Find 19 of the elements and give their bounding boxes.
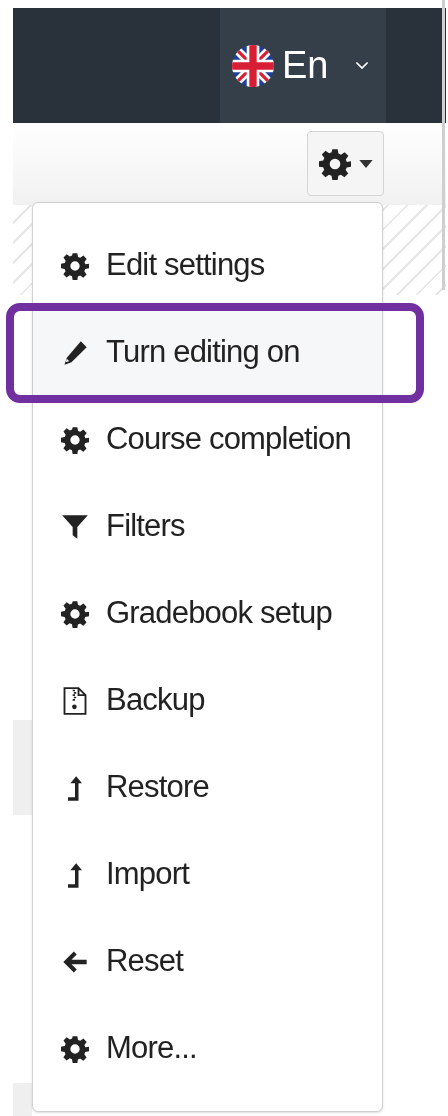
settings-menu-button[interactable] — [307, 131, 384, 196]
menu-item[interactable]: Gradebook setup — [106, 590, 332, 637]
menu-item[interactable]: Restore — [106, 764, 209, 811]
menu-item[interactable]: Filters — [106, 503, 185, 550]
menu-item[interactable]: Course completion — [106, 416, 351, 463]
menu-item[interactable]: Import — [106, 851, 190, 898]
menu-item[interactable]: Reset — [106, 938, 183, 985]
gear-icon — [61, 599, 89, 628]
menu-item[interactable]: More... — [106, 1025, 197, 1072]
gear-icon — [318, 147, 351, 180]
menu-item[interactable]: Backup — [106, 677, 205, 724]
gear-icon — [61, 425, 89, 454]
caret-icon — [358, 159, 373, 168]
filter-icon — [61, 512, 89, 541]
language-menu[interactable]: En — [220, 8, 386, 123]
gear-icon — [61, 251, 89, 280]
menu-item[interactable]: Edit settings — [106, 242, 265, 289]
panel-background — [13, 1083, 32, 1116]
gear-icon — [61, 1034, 89, 1063]
